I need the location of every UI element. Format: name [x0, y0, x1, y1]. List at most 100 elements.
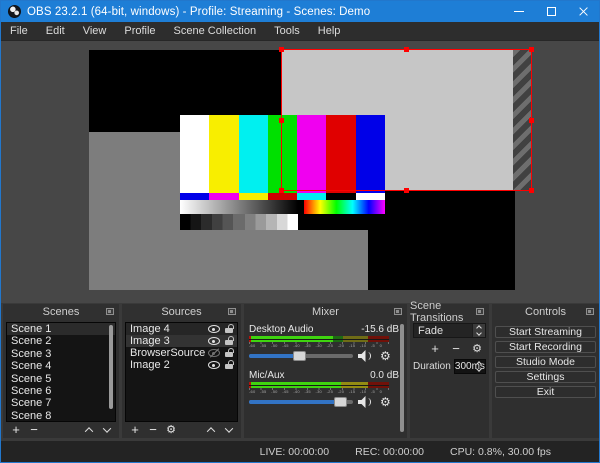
menu-help[interactable]: Help [309, 22, 350, 41]
sources-list[interactable]: Image 4 Image 3 BrowserSource Image 2 [125, 322, 238, 422]
volume-slider[interactable] [249, 351, 353, 361]
source-selection-box[interactable] [279, 47, 534, 193]
bottom-dock: Scenes Scene 1 Scene 2 Scene 3 Scene 4 S… [1, 300, 599, 442]
chevron-down-icon [476, 366, 482, 372]
scenes-panel: Scenes Scene 1 Scene 2 Scene 3 Scene 4 S… [3, 304, 119, 438]
scene-list-item[interactable]: Scene 3 [7, 348, 115, 360]
live-time: LIVE: 00:00:00 [259, 445, 330, 458]
channel-settings-gear-icon[interactable]: ⚙ [380, 395, 391, 409]
window-title: OBS 23.2.1 (64-bit, windows) - Profile: … [27, 5, 371, 18]
chevron-down-icon [102, 423, 112, 433]
scene-list-item[interactable]: Scene 6 [7, 385, 115, 397]
lock-icon[interactable] [225, 336, 234, 345]
menu-scene-collection[interactable]: Scene Collection [165, 22, 266, 41]
studio-mode-button[interactable]: Studio Mode [495, 356, 596, 368]
move-source-down-button[interactable] [220, 423, 238, 437]
visibility-eye-icon[interactable] [208, 361, 220, 369]
start-recording-button[interactable]: Start Recording [495, 341, 596, 353]
transition-select[interactable]: Fade [413, 323, 486, 338]
speaker-icon[interactable] [358, 350, 373, 362]
selection-handle-mid-right[interactable] [529, 117, 534, 123]
scene-list-item[interactable]: Scene 5 [7, 373, 115, 385]
selection-handle-bottom-left[interactable] [279, 188, 284, 193]
scene-list-item[interactable]: Scene 7 [7, 397, 115, 409]
smpte-grayscale-steps [180, 214, 385, 230]
combo-spinner[interactable] [472, 324, 485, 337]
menu-view[interactable]: View [74, 22, 116, 41]
scene-list-item[interactable]: Scene 8 [7, 410, 115, 421]
sources-panel-title: Sources [161, 306, 202, 318]
dock-icon[interactable] [476, 308, 484, 315]
dock-icon[interactable] [586, 308, 594, 315]
transition-properties-button[interactable]: ⚙ [468, 342, 486, 356]
remove-transition-button[interactable]: − [447, 341, 465, 356]
smpte-gradient-row [180, 200, 385, 214]
duration-spinner[interactable] [474, 360, 484, 373]
move-source-up-button[interactable] [202, 423, 220, 437]
add-scene-button[interactable]: + [7, 422, 25, 437]
chevron-down-icon [476, 330, 482, 336]
lock-icon[interactable] [225, 360, 234, 369]
settings-button[interactable]: Settings [495, 371, 596, 383]
close-button[interactable] [567, 1, 599, 22]
selection-handle-mid-left[interactable] [279, 117, 284, 123]
mixer-scrollbar[interactable] [400, 324, 404, 432]
channel-settings-gear-icon[interactable]: ⚙ [380, 349, 391, 363]
visibility-eye-icon[interactable] [208, 337, 220, 345]
selection-handle-bottom-center[interactable] [404, 188, 409, 193]
rec-time: REC: 00:00:00 [355, 445, 425, 458]
selection-handle-bottom-right[interactable] [529, 188, 534, 193]
source-properties-button[interactable]: ⚙ [162, 423, 180, 437]
move-scene-down-button[interactable] [98, 423, 116, 437]
menu-profile[interactable]: Profile [115, 22, 164, 41]
controls-panel-title: Controls [525, 306, 566, 318]
dock-icon[interactable] [394, 308, 402, 315]
transition-selected-value: Fade [418, 324, 444, 337]
lock-icon[interactable] [225, 324, 234, 333]
obs-window: OBS 23.2.1 (64-bit, windows) - Profile: … [0, 0, 600, 463]
dock-icon[interactable] [106, 308, 114, 315]
maximize-button[interactable] [535, 1, 567, 22]
remove-source-button[interactable]: − [144, 422, 162, 437]
exit-button[interactable]: Exit [495, 386, 596, 398]
remove-scene-button[interactable]: − [25, 422, 43, 437]
source-list-item[interactable]: Image 2 [126, 359, 237, 371]
scene-list-item[interactable]: Scene 4 [7, 360, 115, 372]
visibility-eye-off-icon[interactable] [208, 349, 220, 357]
scene-list-item[interactable]: Scene 1 [7, 323, 115, 336]
menu-tools[interactable]: Tools [265, 22, 309, 41]
scene-list-item[interactable]: Scene 2 [7, 335, 115, 347]
volume-slider-handle[interactable] [292, 351, 306, 361]
volume-slider-handle[interactable] [334, 397, 348, 407]
scene-preview [1, 41, 599, 303]
dock-icon[interactable] [228, 308, 236, 315]
volume-slider[interactable] [249, 397, 353, 407]
selection-handle-top-right[interactable] [529, 47, 534, 52]
visibility-eye-icon[interactable] [208, 325, 220, 333]
lock-icon[interactable] [225, 348, 234, 357]
scenes-list[interactable]: Scene 1 Scene 2 Scene 3 Scene 4 Scene 5 … [6, 322, 116, 422]
obs-logo-icon [8, 5, 21, 18]
scenes-scrollbar[interactable] [109, 325, 113, 409]
source-list-item[interactable]: Image 4 [126, 323, 237, 335]
controls-panel: Controls Start Streaming Start Recording… [492, 304, 599, 438]
mixer-panel-title: Mixer [312, 306, 339, 318]
transitions-toolbar: + − ⚙ [413, 341, 486, 356]
selection-handle-top-center[interactable] [404, 47, 409, 52]
cpu-fps: CPU: 0.8%, 30.00 fps [450, 445, 551, 458]
add-transition-button[interactable]: + [426, 341, 444, 356]
start-streaming-button[interactable]: Start Streaming [495, 326, 596, 338]
channel-name: Desktop Audio [249, 324, 314, 335]
menu-edit[interactable]: Edit [37, 22, 74, 41]
mixer-channel-desktop-audio: Desktop Audio -15.6 dB -60 -55 -50 -45 -… [249, 324, 399, 363]
scenes-panel-title: Scenes [42, 306, 80, 318]
source-list-item[interactable]: BrowserSource [126, 347, 237, 359]
minimize-button[interactable] [503, 1, 535, 22]
selection-handle-top-left[interactable] [279, 47, 284, 52]
move-scene-up-button[interactable] [80, 423, 98, 437]
menu-file[interactable]: File [1, 22, 37, 41]
speaker-icon[interactable] [358, 396, 373, 408]
duration-spinbox[interactable]: 300ms [453, 359, 486, 374]
source-list-item[interactable]: Image 3 [126, 335, 237, 347]
add-source-button[interactable]: + [126, 422, 144, 437]
